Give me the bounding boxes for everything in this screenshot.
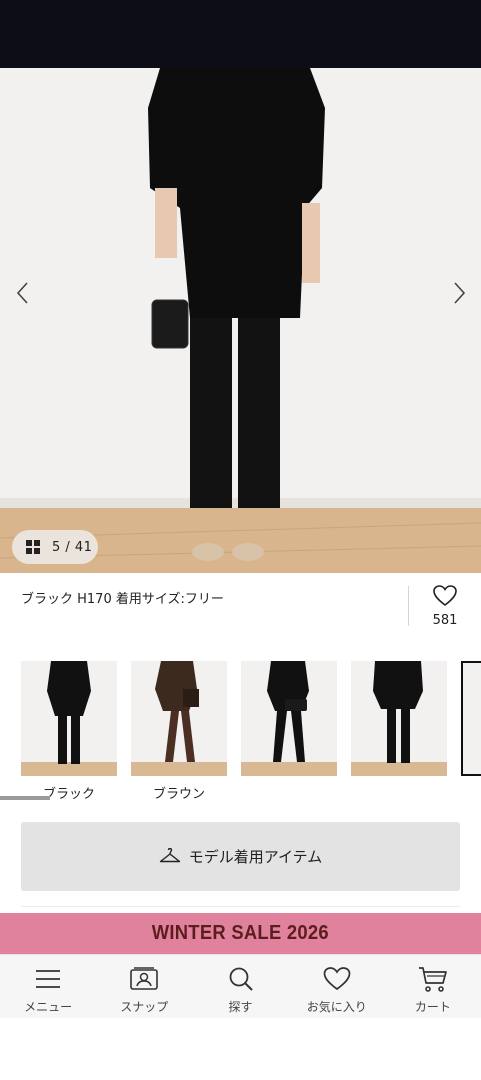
favorite-button[interactable]: 581 xyxy=(420,584,470,628)
model-items-button[interactable]: モデル着用アイテム xyxy=(21,822,460,891)
sale-banner-text: WINTER SALE 2026 xyxy=(151,922,330,944)
image-caption: ブラック H170 着用サイズ:フリー xyxy=(21,592,224,607)
vertical-divider xyxy=(408,586,409,626)
nav-menu[interactable]: メニュー xyxy=(0,955,96,1018)
nav-label: カート xyxy=(414,1000,451,1014)
chevron-left-icon xyxy=(16,282,28,304)
section-divider xyxy=(21,906,460,907)
thumbnail-image xyxy=(351,661,447,776)
nav-label: 探す xyxy=(228,1000,253,1014)
product-image-gallery[interactable]: 5 / 41 xyxy=(0,68,481,573)
product-photo xyxy=(0,68,481,573)
color-thumbnail[interactable] xyxy=(351,661,447,776)
bottom-navigation: メニュー スナップ 探す お気に入り カート xyxy=(0,954,481,1018)
status-bar xyxy=(0,0,481,68)
menu-icon xyxy=(33,964,63,994)
nav-favorites[interactable]: お気に入り xyxy=(289,955,385,1018)
next-image-button[interactable] xyxy=(444,278,474,308)
snap-icon xyxy=(129,964,159,994)
thumbnail-image xyxy=(21,661,117,776)
nav-label: スナップ xyxy=(120,1000,169,1014)
cart-icon xyxy=(418,964,448,994)
color-thumbnail[interactable] xyxy=(241,661,337,776)
color-thumbnail[interactable] xyxy=(21,661,117,776)
favorite-count: 581 xyxy=(432,613,458,628)
nav-search[interactable]: 探す xyxy=(192,955,288,1018)
color-thumbnail[interactable] xyxy=(131,661,227,776)
nav-label: メニュー xyxy=(24,1000,73,1014)
nav-snap[interactable]: スナップ xyxy=(96,955,192,1018)
hanger-icon xyxy=(159,847,180,862)
color-label: ブラウン xyxy=(152,787,205,801)
thumbnail-image xyxy=(241,661,337,776)
sale-banner[interactable]: WINTER SALE 2026 xyxy=(0,913,481,954)
heart-icon xyxy=(322,964,352,994)
search-icon xyxy=(226,964,256,994)
thumbnail-image xyxy=(131,661,227,776)
color-thumbnail-list[interactable]: ブラック ブラウン xyxy=(0,661,481,801)
previous-image-button[interactable] xyxy=(8,278,38,308)
color-thumbnail-selected[interactable] xyxy=(461,661,481,776)
thumbnail-scrollbar[interactable] xyxy=(0,796,50,800)
image-counter-button[interactable]: 5 / 41 xyxy=(12,530,98,564)
nav-label: お気に入り xyxy=(306,1000,367,1014)
chevron-right-icon xyxy=(454,282,466,304)
image-counter-text: 5 / 41 xyxy=(52,539,93,555)
nav-cart[interactable]: カート xyxy=(385,955,481,1018)
model-items-label: モデル着用アイテム xyxy=(188,848,323,866)
heart-icon xyxy=(433,585,457,607)
grid-icon xyxy=(26,540,40,554)
